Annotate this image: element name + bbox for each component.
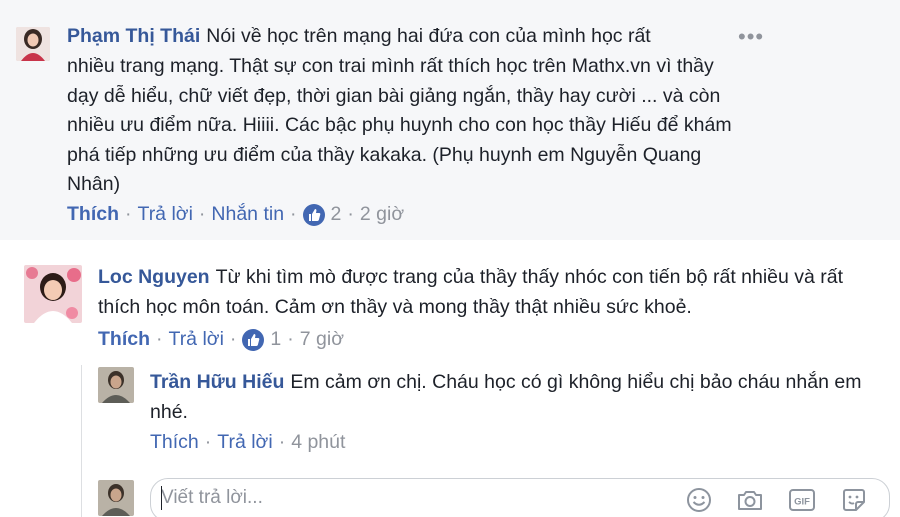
comment-actions: Thích · Trả lời · 4 phút [150, 431, 345, 454]
like-thumb-icon[interactable] [302, 203, 325, 226]
like-count[interactable]: 1 [270, 328, 281, 351]
current-user-avatar[interactable] [98, 480, 134, 516]
comment-text: Loc Nguyen Từ khi tìm mò được trang của t… [98, 263, 888, 322]
separator: · [198, 203, 206, 225]
like-button[interactable]: Thích [98, 328, 150, 351]
like-button[interactable]: Thích [67, 203, 119, 226]
reply-thread-line [81, 365, 82, 517]
reply-button[interactable]: Trả lời [217, 431, 272, 454]
avatar-tran-huu-hieu[interactable] [98, 367, 134, 403]
svg-text:GIF: GIF [794, 497, 810, 508]
comment-author[interactable]: Phạm Thị Thái [67, 25, 200, 47]
sticker-icon[interactable] [839, 485, 869, 515]
timestamp[interactable]: 4 phút [291, 431, 345, 454]
like-thumb-icon[interactable] [242, 328, 265, 351]
text-cursor [161, 486, 162, 510]
gif-icon[interactable]: GIF [787, 485, 817, 515]
camera-icon[interactable] [735, 485, 765, 515]
avatar-photo-icon [24, 265, 82, 323]
separator: · [156, 328, 163, 350]
reply-input-box[interactable]: GIF [150, 478, 890, 517]
like-count[interactable]: 2 [331, 203, 342, 226]
comment-text: Trần Hữu Hiếu Em cảm ơn chị. Cháu học có … [150, 368, 880, 427]
comment-body-line1: Nói về học trên mạng hai đứa con của mìn… [206, 25, 651, 47]
separator: · [290, 203, 297, 225]
avatar-loc-nguyen[interactable] [24, 265, 82, 323]
reply-button[interactable]: Trả lời [169, 328, 224, 351]
comment-text: Phạm Thị Thái Nói về học trên mạng hai đứ… [67, 22, 747, 52]
like-button[interactable]: Thích [150, 431, 199, 454]
separator: · [347, 203, 354, 225]
avatar-pham-thi-thai[interactable] [16, 27, 50, 61]
separator: · [229, 328, 237, 350]
comment-author[interactable]: Trần Hữu Hiếu [150, 371, 284, 393]
separator: · [278, 431, 286, 453]
separator: · [204, 431, 212, 453]
avatar-photo-icon [98, 480, 134, 516]
separator: · [125, 203, 132, 225]
emoji-icon[interactable] [684, 485, 714, 515]
comment-actions: Thích · Trả lời · 1 · 7 giờ [98, 328, 344, 351]
message-button[interactable]: Nhắn tin [211, 203, 284, 226]
comment-actions: Thích · Trả lời · Nhắn tin · 2 · 2 giờ [67, 203, 404, 226]
comment-text-rest: nhiều trang mạng. Thật sự con trai mình … [67, 52, 747, 200]
timestamp[interactable]: 7 giờ [300, 328, 344, 351]
comment-author[interactable]: Loc Nguyen [98, 266, 210, 288]
reply-input[interactable] [161, 487, 661, 509]
reply-button[interactable]: Trả lời [138, 203, 193, 226]
timestamp[interactable]: 2 giờ [360, 203, 404, 226]
avatar-photo-icon [16, 27, 50, 61]
avatar-photo-icon [98, 367, 134, 403]
separator: · [287, 328, 294, 350]
comment-body-rest: nhiều trang mạng. Thật sự con trai mình … [67, 55, 732, 195]
